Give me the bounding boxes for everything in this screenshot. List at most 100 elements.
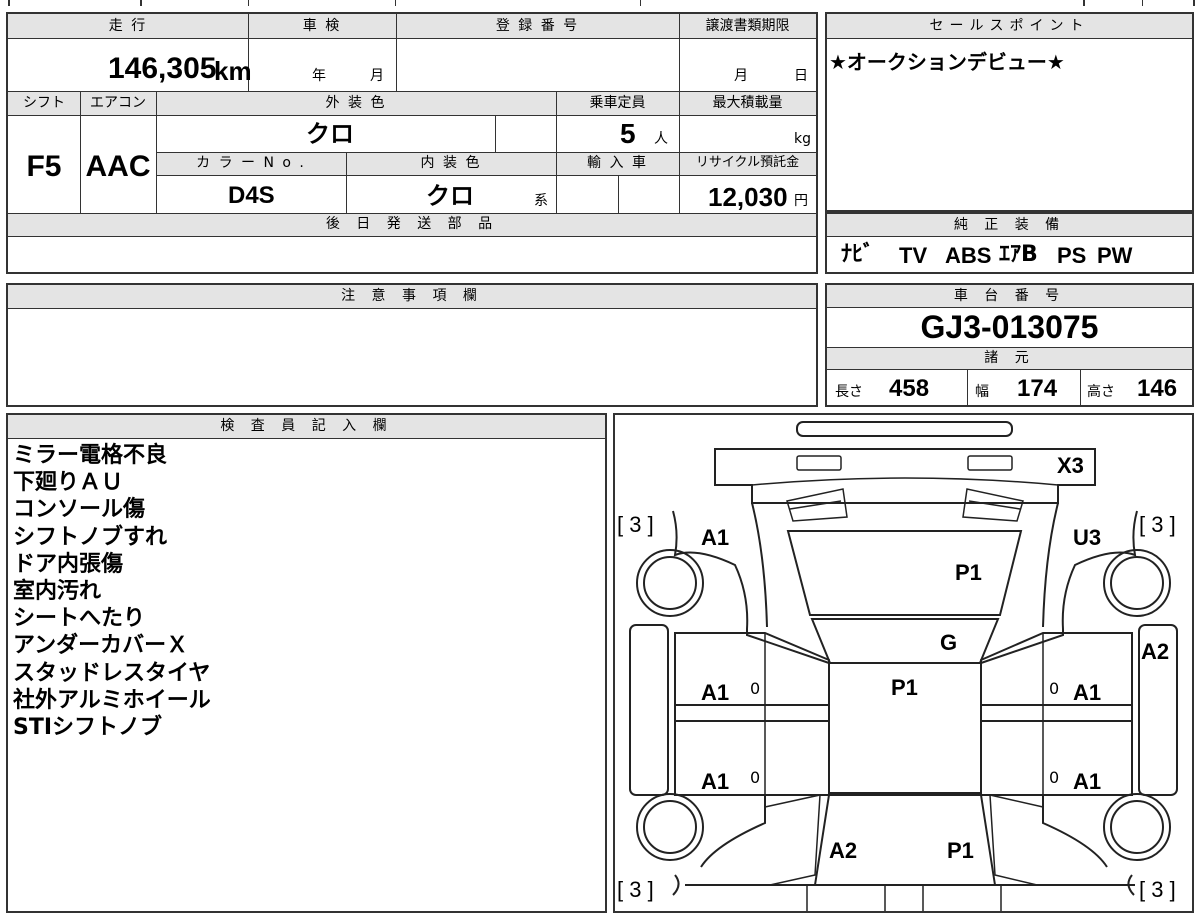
top-strip	[0, 0, 1200, 6]
remark-line: アンダーカバーＸ	[13, 633, 189, 659]
equipment-label: 純 正 装 備	[953, 217, 1066, 233]
capacity-label: 乗車定員	[589, 95, 646, 111]
chassis-box: 車 台 番 号 GJ3-013075 諸 元 長さ 458 幅 174 高さ 1…	[825, 283, 1194, 407]
notes-box: 注 意 事 項 欄	[6, 283, 818, 407]
inspector-box: 検 査 員 記 入 欄 ミラー電格不良 下廻りＡＵ コンソール傷 シフトノブすれ…	[6, 413, 607, 913]
front-bumper-code: X3	[1057, 453, 1084, 478]
chassis-number: GJ3-013075	[920, 309, 1099, 345]
door-mark-lr: 0	[750, 768, 761, 787]
color-no-value: D4S	[228, 182, 275, 209]
left-rear-door-code: A1	[701, 769, 730, 794]
sales-point-label: セールスポイント	[929, 18, 1090, 34]
left-rocker	[629, 624, 669, 796]
shaken-year-unit: 年	[312, 68, 326, 84]
remark-line: ミラー電格不良	[13, 443, 168, 468]
remark-line: シートへたり	[13, 606, 146, 632]
length-label: 長さ	[835, 384, 863, 400]
remark-line: 社外アルミホイール	[13, 687, 211, 713]
doc-day-unit: 日	[794, 68, 808, 84]
exterior-label: 外 装 色	[325, 95, 387, 111]
inspector-label: 検 査 員 記 入 欄	[220, 418, 393, 434]
car-diagram-box: [ 3 ] [ 3 ] [ 3 ] [ 3 ] X3 A1 U3 P1 G P1…	[613, 413, 1194, 913]
left-front-door-code: A1	[701, 680, 730, 705]
mileage-label: 走 行	[108, 18, 148, 34]
interior-label: 内 装 色	[420, 155, 482, 171]
recycle-unit: 円	[794, 193, 808, 209]
wheel-rl	[636, 793, 704, 861]
width-value: 174	[1017, 375, 1058, 402]
right-rear-door-code: A1	[1073, 769, 1102, 794]
capacity-value: 5	[620, 118, 636, 149]
exterior-value: クロ	[306, 120, 354, 148]
sales-point-text: ★オークションデビュー★	[829, 50, 1065, 74]
notes-label: 注 意 事 項 欄	[341, 288, 483, 304]
remark-line: スタッドレスタイヤ	[13, 660, 211, 686]
capacity-unit: 人	[654, 131, 668, 147]
parts-label: 後 日 発 送 部 品	[325, 216, 499, 232]
front-left-fender-code: A1	[701, 525, 730, 550]
chassis-label: 車 台 番 号	[953, 288, 1066, 304]
mileage-value: 146,305	[108, 52, 217, 85]
recycle-value: 12,030	[708, 182, 788, 212]
equipment-item: ABS	[945, 243, 992, 268]
equipment-item: ﾅﾋﾞ	[841, 242, 875, 267]
interior-value: クロ	[426, 182, 474, 210]
height-value: 146	[1137, 375, 1178, 402]
wheel-rr	[1103, 793, 1171, 861]
mileage-unit: km	[214, 56, 252, 86]
width-label: 幅	[975, 384, 989, 400]
front-right-fender-code: U3	[1073, 525, 1102, 550]
import-label: 輸 入 車	[587, 155, 648, 171]
doc-deadline-label: 譲渡書類期限	[705, 18, 790, 34]
color-no-label: カ ラ ー N o .	[196, 155, 306, 171]
equipment-item: PW	[1097, 243, 1133, 268]
tire-fl-label: [ 3 ]	[617, 512, 654, 537]
equipment-box: 純 正 装 備 ﾅﾋﾞ TV ABS ｴｱB PS PW	[825, 212, 1194, 274]
vehicle-info-box: 走 行 車 検 登 録 番 号 譲渡書類期限 146,305 km 年 月 月 …	[6, 12, 818, 274]
doc-month-unit: 月	[734, 68, 748, 84]
ac-value: AAC	[85, 150, 151, 183]
windshield-code: G	[940, 630, 958, 655]
tire-rl-label: [ 3 ]	[617, 877, 654, 902]
trunk-left-code: A2	[829, 838, 858, 863]
wheel-fr	[1103, 549, 1171, 617]
tire-fr-label: [ 3 ]	[1139, 512, 1176, 537]
right-front-door-code: A1	[1073, 680, 1102, 705]
door-mark-rr: 0	[1049, 768, 1060, 787]
recycle-label: リサイクル預託金	[695, 155, 800, 170]
equipment-item: PS	[1057, 243, 1087, 268]
shaken-month-unit: 月	[370, 68, 384, 84]
shaken-label: 車 検	[302, 18, 342, 34]
ac-label: エアコン	[90, 95, 146, 111]
interior-suffix: 系	[534, 193, 548, 209]
front-bumper-area	[714, 448, 1096, 504]
equipment-item: ｴｱB	[999, 242, 1038, 267]
hood-code: P1	[955, 560, 982, 585]
shift-value: F5	[26, 150, 62, 183]
shift-label: シフト	[23, 95, 65, 111]
tire-rr-label: [ 3 ]	[1139, 877, 1176, 902]
windshield-shape	[810, 618, 1000, 664]
remark-line: ドア内張傷	[13, 551, 124, 577]
hood-shape	[786, 530, 1023, 616]
specs-label: 諸 元	[984, 350, 1035, 366]
trunk-right-code: P1	[947, 838, 974, 863]
sales-point-box: セールスポイント ★オークションデビュー★	[825, 12, 1194, 212]
car-diagram	[629, 421, 1178, 911]
remark-line: シフトノブすれ	[13, 524, 168, 550]
height-label: 高さ	[1087, 384, 1115, 400]
inspector-remarks: ミラー電格不良 下廻りＡＵ コンソール傷 シフトノブすれ ドア内張傷 室内汚れ …	[13, 442, 211, 741]
registration-label: 登 録 番 号	[495, 18, 580, 34]
door-mark-lf: 0	[750, 679, 761, 698]
remark-line: STIシフトノブ	[13, 715, 163, 741]
equipment-item: TV	[899, 243, 928, 268]
right-mirror-code: A2	[1141, 639, 1170, 664]
front-bumper-shape	[796, 421, 1013, 437]
roof-code: P1	[891, 675, 918, 700]
remark-line: 下廻りＡＵ	[13, 470, 124, 496]
length-value: 458	[889, 375, 930, 402]
load-label: 最大積載量	[712, 95, 783, 111]
remark-line: コンソール傷	[13, 497, 146, 523]
wheel-fl	[636, 549, 704, 617]
load-unit: kg	[794, 131, 811, 147]
